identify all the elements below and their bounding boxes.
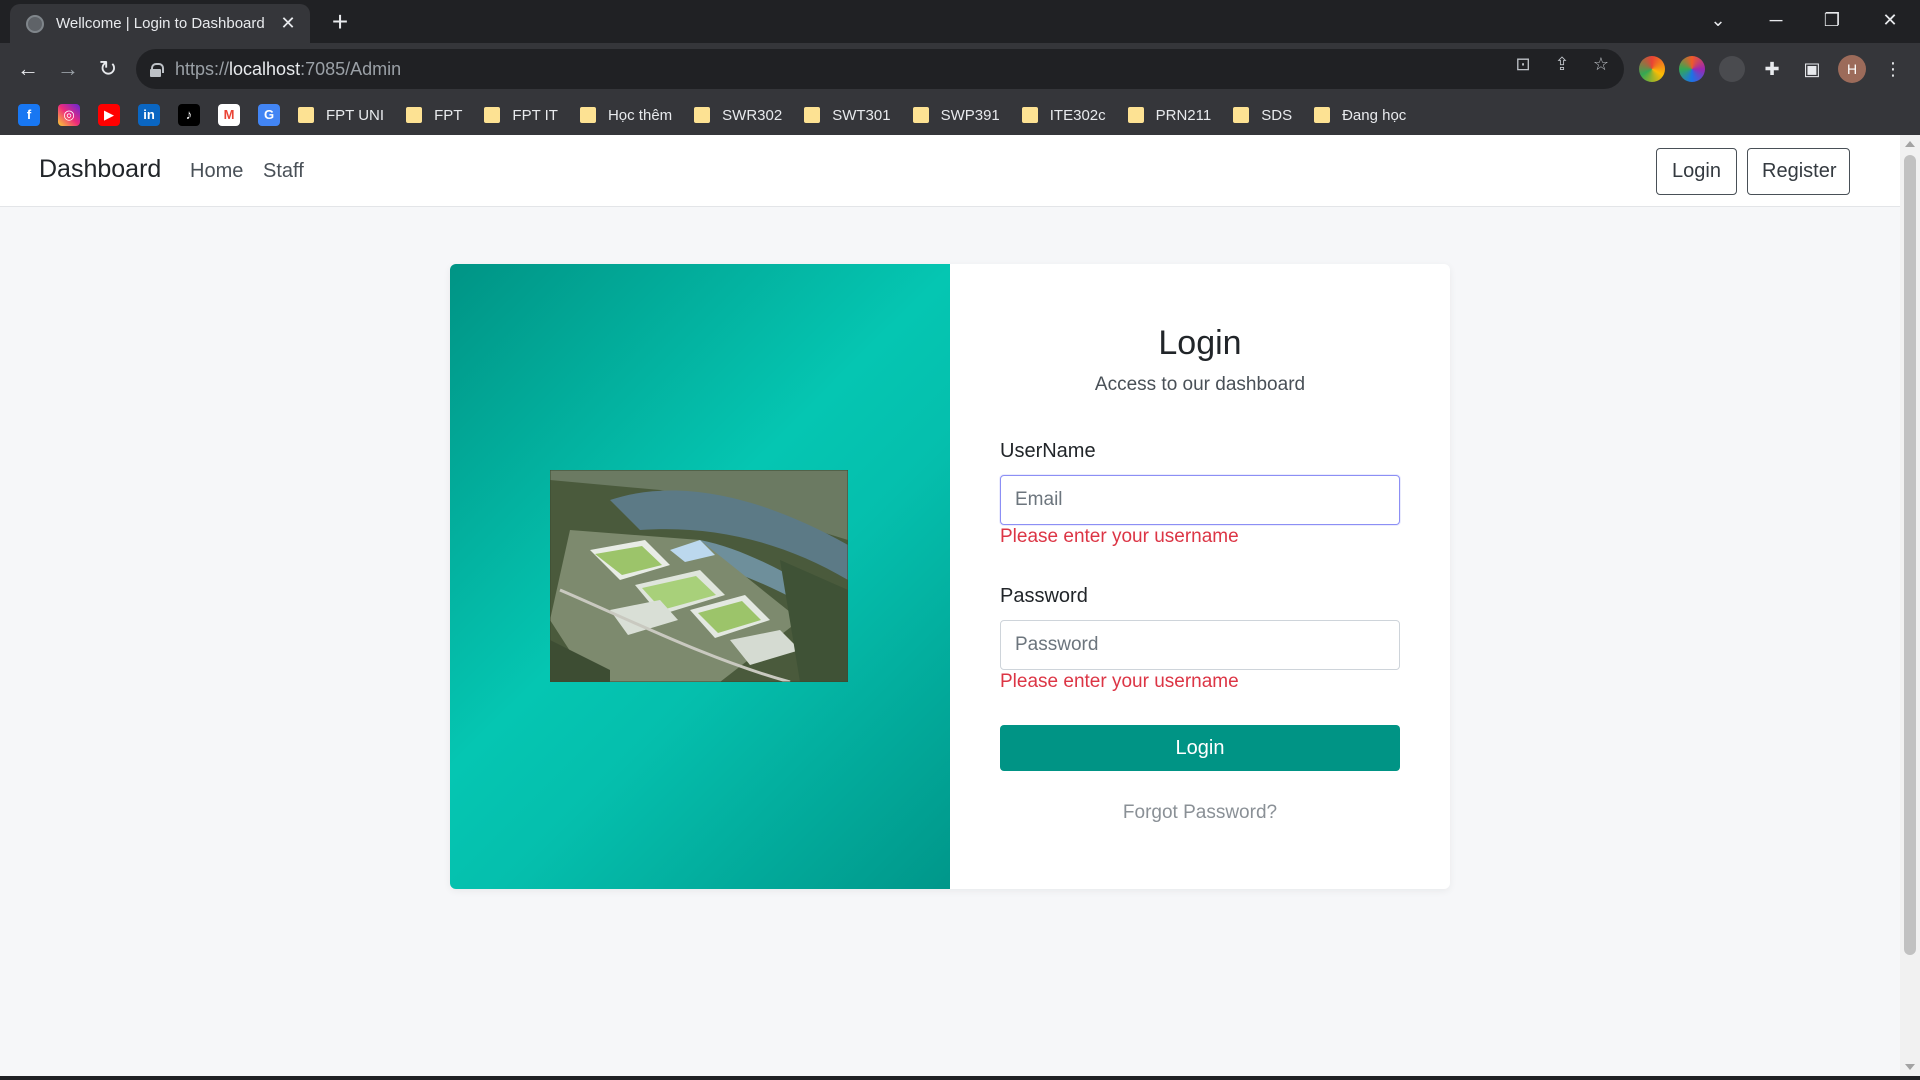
bookmarks-bar: f ◎ ▶ in ♪ M G FPT UNI FPT FPT IT Học th…: [0, 95, 1920, 135]
folder-icon: [694, 107, 711, 123]
forward-arrow-icon[interactable]: →: [52, 53, 84, 85]
page-viewport: Dashboard Home Staff Login Register Logi…: [0, 135, 1900, 1076]
new-tab-button[interactable]: +: [325, 8, 355, 38]
navbar-brand[interactable]: Dashboard: [39, 155, 161, 184]
bookmark-folder[interactable]: Đang học: [1314, 107, 1406, 124]
translate-icon[interactable]: ⊡: [1512, 53, 1534, 75]
login-title: Login: [1158, 324, 1242, 362]
scroll-up-icon[interactable]: [1905, 141, 1915, 147]
close-tab-icon[interactable]: ✕: [278, 13, 298, 34]
instagram-icon[interactable]: ◎: [58, 104, 80, 126]
browser-tab[interactable]: Wellcome | Login to Dashboard ✕: [10, 4, 310, 43]
share-icon[interactable]: ⇪: [1551, 53, 1573, 75]
login-form-panel: Login Access to our dashboard UserName P…: [950, 264, 1450, 889]
login-card: Login Access to our dashboard UserName P…: [450, 264, 1450, 889]
kebab-menu-icon[interactable]: ⋮: [1880, 56, 1906, 82]
extension-color-icon[interactable]: [1639, 56, 1665, 82]
youtube-icon[interactable]: ▶: [98, 104, 120, 126]
folder-icon: [912, 107, 929, 123]
bookmark-folder[interactable]: PRN211: [1127, 107, 1211, 124]
nav-login-button[interactable]: Login: [1656, 148, 1737, 195]
google-translate-icon[interactable]: G: [258, 104, 280, 126]
url-text: https://localhost:7085/Admin: [175, 58, 402, 79]
username-label: UserName: [1000, 440, 1096, 462]
extension-muted-icon[interactable]: [1719, 56, 1745, 82]
address-bar[interactable]: https://localhost:7085/Admin: [136, 49, 1624, 89]
profile-avatar[interactable]: H: [1838, 55, 1866, 83]
tab-search-icon[interactable]: ⌄: [1690, 0, 1746, 40]
puzzle-icon[interactable]: ✚: [1759, 56, 1785, 82]
lock-icon[interactable]: [150, 62, 164, 77]
password-label: Password: [1000, 585, 1088, 607]
browser-toolbar: ← → ↻ https://localhost:7085/Admin ⊡ ⇪ ☆…: [0, 43, 1920, 95]
bookmark-folder[interactable]: SWR302: [694, 107, 782, 124]
folder-icon: [1127, 107, 1144, 123]
campus-aerial-image: [550, 470, 848, 682]
tab-title: Wellcome | Login to Dashboard: [56, 15, 265, 32]
login-subtitle: Access to our dashboard: [1094, 374, 1306, 395]
username-error: Please enter your username: [1000, 526, 1239, 547]
tiktok-icon[interactable]: ♪: [178, 104, 200, 126]
bookmark-folder[interactable]: FPT: [406, 107, 462, 124]
restore-icon[interactable]: ❐: [1804, 0, 1860, 40]
star-icon[interactable]: ☆: [1590, 53, 1612, 75]
back-arrow-icon[interactable]: ←: [12, 53, 44, 85]
password-input[interactable]: [1000, 620, 1400, 670]
globe-icon: [26, 14, 44, 33]
bookmark-folder[interactable]: Học thêm: [579, 107, 672, 124]
linkedin-icon[interactable]: in: [138, 104, 160, 126]
username-input[interactable]: [1000, 475, 1400, 525]
gmail-icon[interactable]: M: [218, 104, 240, 126]
bookmark-folder[interactable]: SDS: [1233, 107, 1292, 124]
facebook-icon[interactable]: f: [18, 104, 40, 126]
bookmark-folder[interactable]: SWT301: [804, 107, 891, 124]
nav-register-button[interactable]: Register: [1747, 148, 1850, 195]
folder-icon: [298, 107, 314, 123]
scroll-down-icon[interactable]: [1905, 1064, 1915, 1070]
folder-icon: [484, 107, 501, 123]
folder-icon: [406, 107, 423, 123]
bookmark-folder[interactable]: SWP391: [912, 107, 1000, 124]
password-error: Please enter your username: [1000, 671, 1239, 692]
bookmark-folder[interactable]: ITE302c: [1021, 107, 1106, 124]
login-submit-button[interactable]: Login: [1000, 725, 1400, 771]
folder-icon: [1233, 107, 1250, 123]
bookmark-folder[interactable]: FPT UNI: [298, 107, 384, 124]
window-bottom-edge: [0, 1076, 1920, 1080]
forgot-password-link[interactable]: Forgot Password?: [950, 802, 1450, 824]
close-window-icon[interactable]: ✕: [1862, 0, 1918, 40]
extension-colorwheel-icon[interactable]: [1679, 56, 1705, 82]
tab-strip: Wellcome | Login to Dashboard ✕ + ⌄ ─ ❐ …: [0, 0, 1920, 43]
nav-link-home[interactable]: Home: [190, 160, 243, 183]
minimize-icon[interactable]: ─: [1748, 0, 1804, 40]
folder-icon: [579, 107, 596, 123]
site-navbar: Dashboard Home Staff Login Register: [0, 135, 1900, 207]
folder-icon: [1021, 107, 1038, 123]
nav-link-staff[interactable]: Staff: [263, 160, 304, 183]
scrollbar-thumb[interactable]: [1904, 155, 1916, 955]
folder-icon: [804, 107, 821, 123]
reload-icon[interactable]: ↻: [92, 53, 124, 85]
page-scrollbar[interactable]: [1900, 135, 1920, 1076]
folder-icon: [1314, 107, 1331, 123]
bookmark-folder[interactable]: FPT IT: [484, 107, 558, 124]
side-panel-icon[interactable]: ▣: [1799, 56, 1825, 82]
login-card-banner: [450, 264, 950, 889]
